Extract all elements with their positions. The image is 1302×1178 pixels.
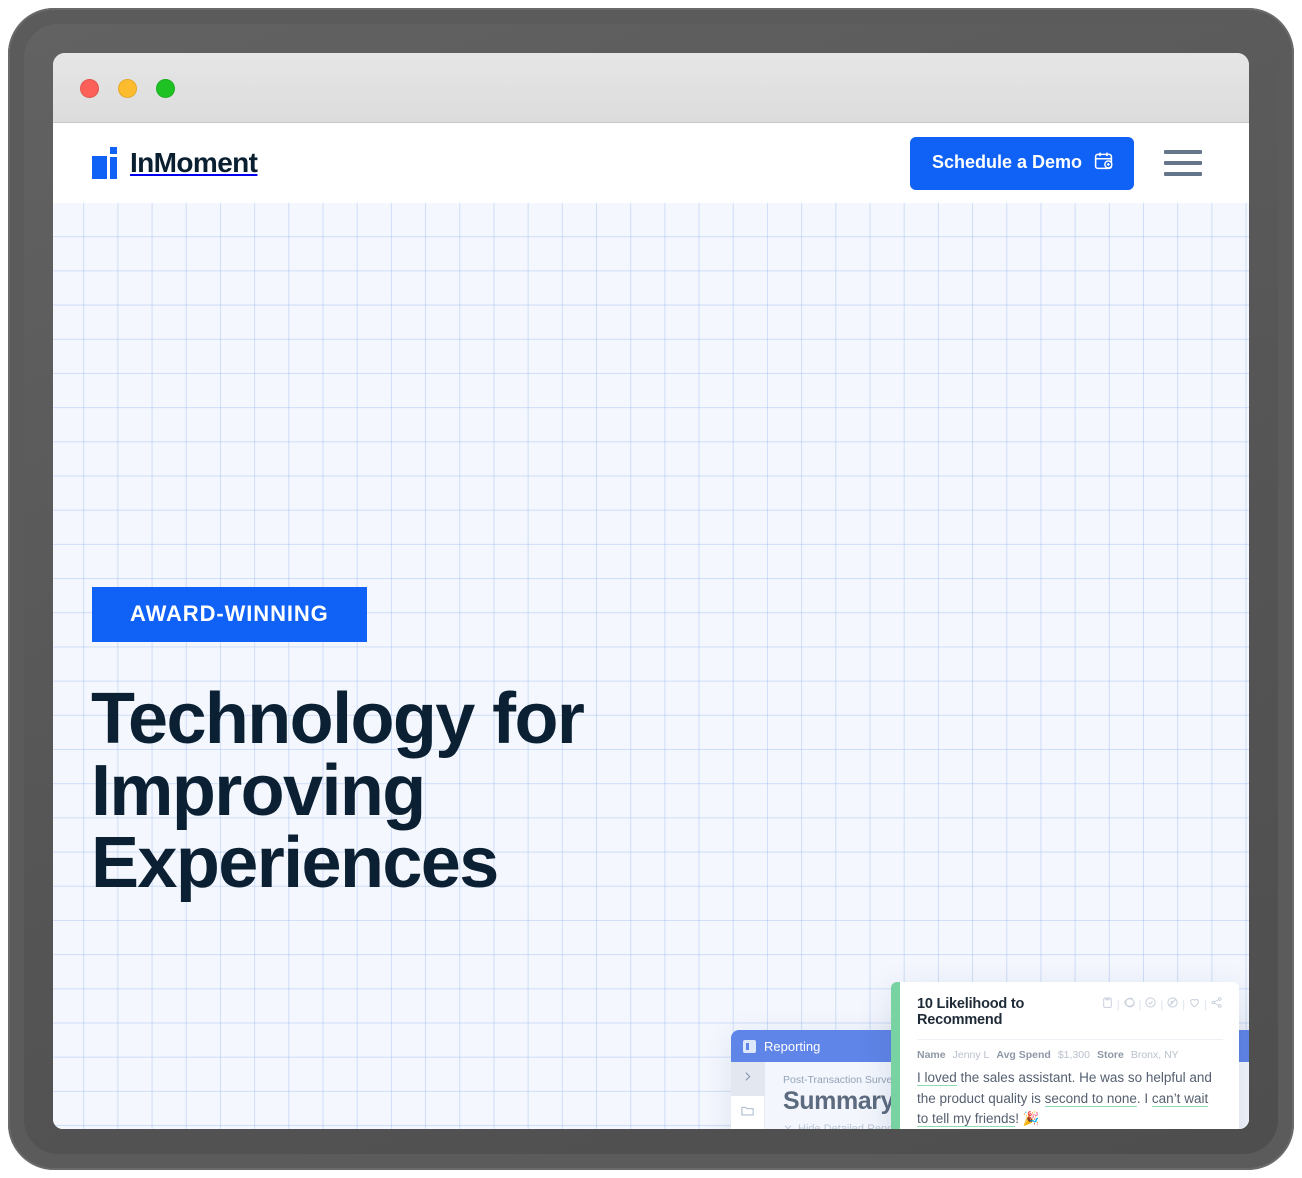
reporting-tab-label: Reporting	[764, 1038, 821, 1054]
feedback-meta-row: Name Jenny L Avg Spend $1,300 Store Bron…	[917, 1049, 1223, 1061]
schedule-demo-button[interactable]: Schedule a Demo	[909, 136, 1134, 190]
meta-label-name: Name	[917, 1049, 946, 1061]
feedback-accent-bar	[891, 982, 900, 1129]
divider	[917, 1039, 1223, 1040]
meta-value-name: Jenny L	[952, 1049, 990, 1061]
comment-icon[interactable]	[1123, 996, 1136, 1014]
calendar-add-icon	[1093, 150, 1114, 176]
site-header: InMoment Schedule a Demo	[53, 123, 1249, 203]
meta-value-avg-spend: $1,300	[1057, 1049, 1090, 1061]
eye-slash-icon[interactable]	[1166, 996, 1179, 1014]
schedule-demo-label: Schedule a Demo	[931, 152, 1082, 172]
reporting-sidebar	[731, 1062, 765, 1129]
brand-logo-link[interactable]: InMoment	[92, 147, 258, 179]
window-titlebar	[53, 53, 1249, 123]
brand-name: InMoment	[130, 147, 258, 178]
header-actions: Schedule a Demo	[909, 136, 1202, 190]
check-circle-icon[interactable]	[1144, 996, 1157, 1014]
chevron-right-icon	[741, 1070, 754, 1088]
meta-label-store: Store	[1096, 1049, 1124, 1061]
feedback-quote: I loved the sales assistant. He was so h…	[917, 1070, 1212, 1128]
heart-icon[interactable]	[1188, 996, 1201, 1014]
feedback-detail-card: 10 Likelihood to Recommend | | | | | Nam…	[891, 982, 1239, 1129]
feedback-action-icons: | | | | |	[1101, 996, 1223, 1014]
divider: |	[1116, 999, 1120, 1011]
window-maximize-button[interactable]	[156, 79, 175, 98]
meta-label-avg-spend: Avg Spend	[996, 1049, 1051, 1061]
divider: |	[1182, 999, 1186, 1011]
share-icon[interactable]	[1210, 996, 1223, 1014]
window-close-button[interactable]	[80, 79, 99, 98]
feedback-title: 10 Likelihood to Recommend	[917, 996, 1025, 1028]
folder-icon	[740, 1103, 755, 1123]
browser-window: InMoment Schedule a Demo AWARD-WINNING T…	[53, 53, 1249, 1129]
hamburger-menu-icon[interactable]	[1164, 150, 1202, 176]
divider: |	[1204, 999, 1207, 1011]
feedback-header: 10 Likelihood to Recommend | | | | |	[917, 996, 1223, 1028]
sidebar-item-expand[interactable]	[731, 1062, 765, 1096]
hero-section: AWARD-WINNING Technology for Improving E…	[53, 203, 1249, 1129]
divider: |	[1160, 999, 1164, 1011]
product-screenshot-composition: Retail Reports Email Disposition B Repor…	[53, 203, 1249, 1129]
clipboard-icon[interactable]	[1101, 996, 1114, 1014]
sidebar-item-folders[interactable]	[731, 1096, 765, 1129]
divider: |	[1138, 999, 1142, 1011]
inmoment-logo-icon	[92, 147, 117, 179]
meta-value-store: Bronx, NY	[1130, 1049, 1179, 1061]
window-minimize-button[interactable]	[118, 79, 137, 98]
chevron-down-icon	[783, 1122, 793, 1129]
report-tab-icon	[743, 1039, 756, 1053]
